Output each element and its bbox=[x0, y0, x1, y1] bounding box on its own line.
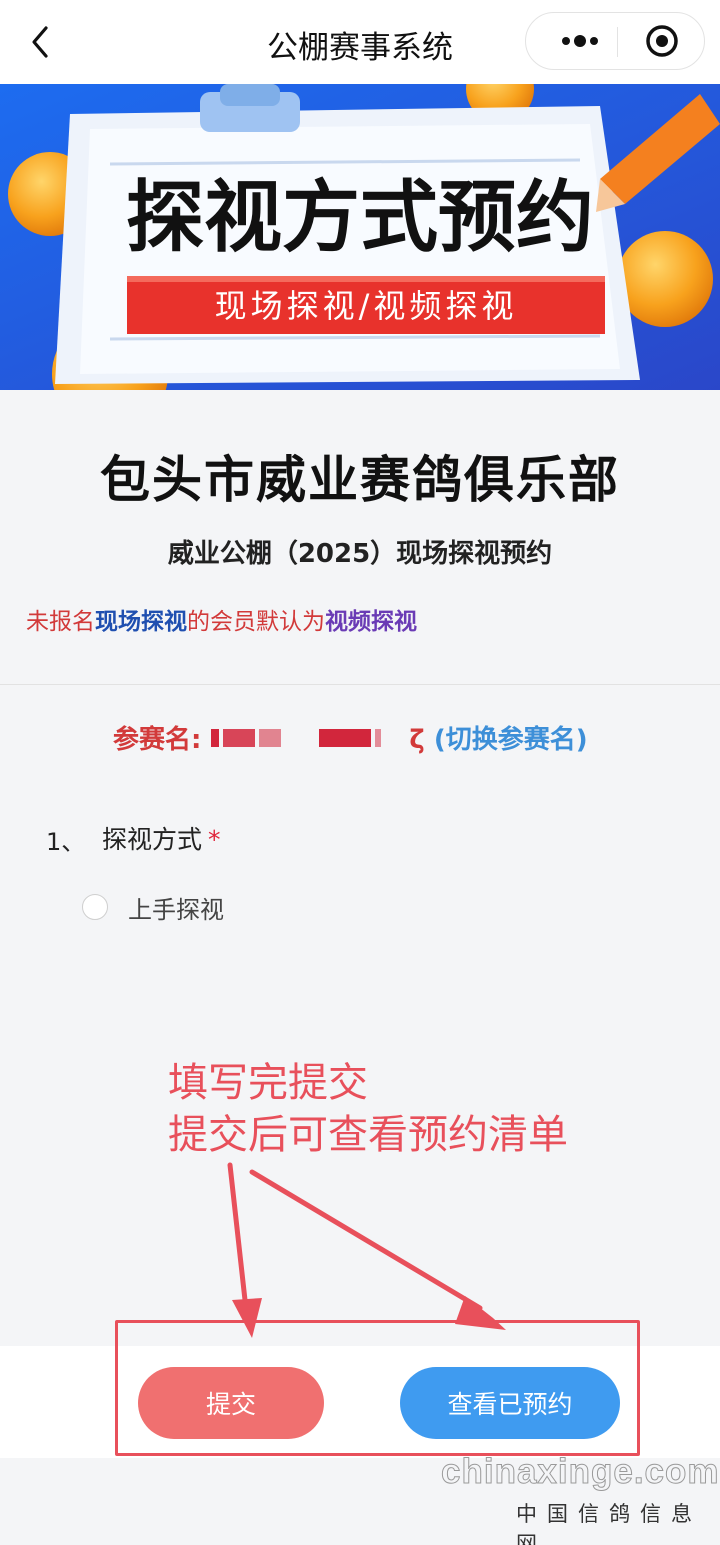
banner-ribbon: 现场探视/视频探视 bbox=[215, 287, 518, 325]
annotation-line-2: 提交后可查看预约清单 bbox=[168, 1112, 568, 1158]
watermark-cn: 中国信鸽信息网 bbox=[516, 1502, 702, 1545]
notice-part-2: 现场探视 bbox=[95, 609, 187, 635]
annotation-text: 填写完提交 提交后可查看预约清单 bbox=[168, 1057, 568, 1161]
banner-headline: 探视方式预约 bbox=[126, 172, 594, 263]
club-name: 包头市威业赛鸽俱乐部 bbox=[100, 451, 620, 509]
question-title: 探视方式 * bbox=[102, 820, 221, 856]
required-mark: * bbox=[208, 825, 221, 854]
more-icon[interactable] bbox=[536, 13, 616, 69]
question-text: 探视方式 bbox=[102, 825, 203, 854]
option-radio-row[interactable]: 上手探视 bbox=[82, 890, 224, 924]
annotation-line-1: 填写完提交 bbox=[168, 1060, 368, 1106]
form-subtitle: 威业公棚（2025）现场探视预约 bbox=[167, 539, 553, 569]
entrant-name-tail: ζ bbox=[409, 725, 425, 755]
notice-part-1: 未报名 bbox=[26, 609, 95, 635]
close-icon[interactable] bbox=[622, 13, 702, 69]
capsule-divider bbox=[617, 27, 618, 57]
entrant-row: 参赛名: ζ (切换参赛名) bbox=[113, 719, 588, 755]
entrant-name-redacted bbox=[207, 725, 403, 751]
entrant-label: 参赛名: bbox=[113, 725, 202, 755]
section-divider bbox=[0, 684, 720, 685]
switch-entrant-link[interactable]: (切换参赛名) bbox=[434, 725, 588, 755]
notice-text: 未报名现场探视的会员默认为视频探视 bbox=[26, 602, 417, 636]
watermark-domain: chinaxinge.com bbox=[441, 1452, 720, 1492]
notice-part-4: 视频探视 bbox=[325, 609, 417, 635]
radio-button[interactable] bbox=[82, 894, 108, 920]
annotation-highlight-box bbox=[115, 1320, 640, 1456]
banner-image: 探视方式预约 现场探视/视频探视 bbox=[0, 84, 720, 390]
notice-part-3: 的会员默认为 bbox=[187, 609, 325, 635]
nav-bar: 公棚赛事系统 bbox=[0, 0, 720, 84]
mini-program-capsule bbox=[525, 12, 705, 70]
question-number: 1、 bbox=[46, 828, 86, 856]
option-label: 上手探视 bbox=[128, 895, 224, 924]
